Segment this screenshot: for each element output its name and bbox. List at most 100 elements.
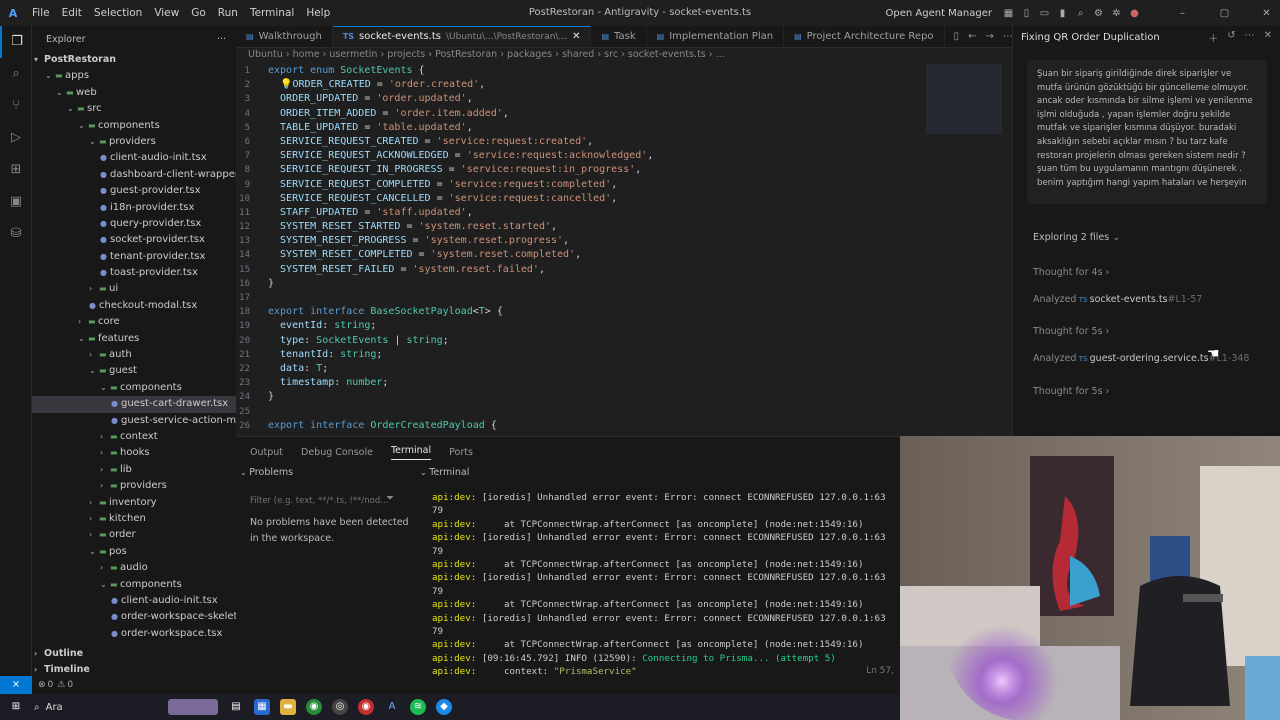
- folder-item[interactable]: ⌄ ▬ providers: [32, 134, 236, 150]
- code-line[interactable]: 25: [236, 405, 926, 419]
- file-item[interactable]: ●dashboard-client-wrapper.tsx: [32, 167, 236, 183]
- menu-file[interactable]: File: [26, 7, 56, 19]
- folder-item[interactable]: › ▬ auth: [32, 347, 236, 363]
- search-activity-icon[interactable]: ⌕: [0, 58, 32, 90]
- panel-tab-terminal[interactable]: Terminal: [390, 445, 432, 460]
- code-line[interactable]: 6 SERVICE_REQUEST_CREATED = 'service:req…: [236, 135, 926, 149]
- file-item[interactable]: ● checkout-modal.tsx: [32, 298, 236, 314]
- folder-item[interactable]: ⌄ ▬ web: [32, 85, 236, 101]
- file-item[interactable]: ● socket-provider.tsx: [32, 232, 236, 248]
- vscode-icon[interactable]: ◆: [436, 699, 452, 715]
- panel-tab-ports[interactable]: Ports: [449, 447, 473, 458]
- folder-item[interactable]: ⌄ ▬ apps: [32, 68, 236, 84]
- breadcrumb-item[interactable]: src: [604, 49, 618, 60]
- breadcrumb-item[interactable]: ...: [716, 49, 725, 60]
- file-item[interactable]: ●order-workspace-skeleton.tsx: [32, 609, 236, 625]
- problems-header[interactable]: ⌄ Problems: [240, 467, 420, 478]
- history-icon[interactable]: ↺: [1227, 30, 1235, 45]
- code-line[interactable]: 1 export enum SocketEvents {: [236, 64, 926, 78]
- error-count[interactable]: 0: [48, 680, 54, 690]
- breadcrumb-item[interactable]: socket-events.ts: [628, 49, 706, 60]
- warnings-icon[interactable]: ⚠: [57, 680, 65, 690]
- code-line[interactable]: 21 tenantId: string;: [236, 348, 926, 362]
- folder-item[interactable]: › ▬ ui: [32, 281, 236, 297]
- new-chat-icon[interactable]: ＋: [1208, 30, 1218, 45]
- code-line[interactable]: 10 SERVICE_REQUEST_CANCELLED = 'service:…: [236, 192, 926, 206]
- breadcrumb-item[interactable]: projects: [387, 49, 425, 60]
- menu-edit[interactable]: Edit: [56, 7, 88, 19]
- code-line[interactable]: 11 STAFF_UPDATED = 'staff.updated',: [236, 206, 926, 220]
- gear-icon[interactable]: ✲: [1111, 8, 1122, 19]
- outline-section[interactable]: › Outline: [32, 646, 236, 662]
- thought-step[interactable]: Thought for 4s ›: [1033, 267, 1109, 278]
- maximize-icon[interactable]: ▢: [1219, 8, 1230, 19]
- go-back-icon[interactable]: ←: [968, 31, 976, 42]
- folder-item[interactable]: ⌄ ▬ components: [32, 577, 236, 593]
- menu-run[interactable]: Run: [212, 7, 244, 19]
- remote-explorer-icon[interactable]: ▣: [0, 186, 32, 218]
- thought-step[interactable]: Thought for 5s ›: [1033, 326, 1109, 337]
- search-icon[interactable]: ⌕: [1075, 8, 1086, 19]
- code-line[interactable]: 8 SERVICE_REQUEST_IN_PROGRESS = 'service…: [236, 163, 926, 177]
- code-line[interactable]: 18 export interface BaseSocketPayload<T> …: [236, 305, 926, 319]
- tab-walkthrough[interactable]: ▤ Walkthrough: [236, 26, 333, 47]
- terminal-header[interactable]: ⌄ Terminal: [420, 467, 469, 478]
- code-line[interactable]: 2 💡ORDER_CREATED = 'order.created',: [236, 78, 926, 92]
- folder-item[interactable]: › ▬ providers: [32, 478, 236, 494]
- code-line[interactable]: 15 SYSTEM_RESET_FAILED = 'system.reset.f…: [236, 263, 926, 277]
- menu-go[interactable]: Go: [185, 7, 212, 19]
- source-control-icon[interactable]: ⑂: [0, 90, 32, 122]
- tab-socket-events-ts[interactable]: TS socket-events.ts \Ubuntu\...\PostRestor…: [332, 26, 592, 47]
- file-item[interactable]: ● toast-provider.tsx: [32, 265, 236, 281]
- folder-item[interactable]: › ▬ lib: [32, 462, 236, 478]
- file-item[interactable]: ● i18n-provider.tsx: [32, 200, 236, 216]
- breadcrumb-item[interactable]: Ubuntu: [248, 49, 283, 60]
- file-item[interactable]: ● query-provider.tsx: [32, 216, 236, 232]
- user-message[interactable]: Şuan bir sipariş girildiğinde direk sipa…: [1027, 60, 1267, 204]
- code-line[interactable]: 4 ORDER_ITEM_ADDED = 'order.item.added',: [236, 107, 926, 121]
- run-debug-icon[interactable]: ▷: [0, 122, 32, 154]
- app-icon[interactable]: ◎: [332, 699, 348, 715]
- folder-item[interactable]: › ▬ hooks: [32, 445, 236, 461]
- file-item[interactable]: ● guest-provider.tsx: [32, 183, 236, 199]
- code-line[interactable]: 16}: [236, 277, 926, 291]
- step-file-link[interactable]: guest-ordering.service.ts: [1090, 353, 1209, 364]
- menu-help[interactable]: Help: [300, 7, 336, 19]
- code-line[interactable]: 7 SERVICE_REQUEST_ACKNOWLEDGED = 'servic…: [236, 149, 926, 163]
- file-item[interactable]: ● tenant-provider.tsx: [32, 249, 236, 265]
- more-actions-icon[interactable]: ⋯: [1003, 31, 1012, 42]
- secondary-sidebar-icon[interactable]: ▮: [1057, 8, 1068, 19]
- close-window-icon[interactable]: ✕: [1261, 8, 1272, 19]
- layout-icon[interactable]: ▦: [1003, 8, 1014, 19]
- database-icon[interactable]: ⛁: [0, 218, 32, 250]
- chrome-profile-icon[interactable]: ◉: [358, 699, 374, 715]
- code-line[interactable]: 5 TABLE_UPDATED = 'table.updated',: [236, 121, 926, 135]
- file-item[interactable]: ●guest-service-action-menu.t...: [32, 413, 236, 429]
- antigravity-icon[interactable]: A: [384, 699, 400, 715]
- code-view[interactable]: 1 export enum SocketEvents {2 💡ORDER_CREA…: [236, 64, 926, 433]
- breadcrumb-item[interactable]: shared: [562, 49, 594, 60]
- errors-icon[interactable]: ⊗: [38, 680, 46, 690]
- code-line[interactable]: 23 timestamp: number;: [236, 376, 926, 390]
- folder-item[interactable]: ⌄ ▬ src: [32, 101, 236, 117]
- folder-item[interactable]: ⌄ ▬ pos: [32, 544, 236, 560]
- minimize-icon[interactable]: –: [1177, 8, 1188, 19]
- menu-view[interactable]: View: [148, 7, 185, 19]
- menu-selection[interactable]: Selection: [88, 7, 148, 19]
- warning-count[interactable]: 0: [67, 680, 73, 690]
- remote-indicator-icon[interactable]: ⨯: [0, 676, 32, 694]
- step-file-link[interactable]: socket-events.ts: [1090, 294, 1168, 305]
- code-line[interactable]: 20 type: SocketEvents | string;: [236, 334, 926, 348]
- breadcrumb-item[interactable]: PostRestoran: [435, 49, 497, 60]
- folder-item[interactable]: › ▬ order: [32, 527, 236, 543]
- menu-terminal[interactable]: Terminal: [244, 7, 300, 19]
- code-line[interactable]: 14 SYSTEM_RESET_COMPLETED = 'system.rese…: [236, 248, 926, 262]
- extensions-icon[interactable]: ⊞: [0, 154, 32, 186]
- split-editor-icon[interactable]: ▯: [954, 31, 960, 42]
- chrome-icon[interactable]: ◉: [306, 699, 322, 715]
- breadcrumb[interactable]: Ubuntu › home › usermetin › projects › P…: [236, 48, 1012, 62]
- terminal-output[interactable]: api:dev: [ioredis] Unhandled error event…: [432, 491, 892, 679]
- problems-filter-input[interactable]: [250, 493, 400, 509]
- file-item[interactable]: ● client-audio-init.tsx: [32, 593, 236, 609]
- panel-tab-debug-console[interactable]: Debug Console: [301, 447, 373, 458]
